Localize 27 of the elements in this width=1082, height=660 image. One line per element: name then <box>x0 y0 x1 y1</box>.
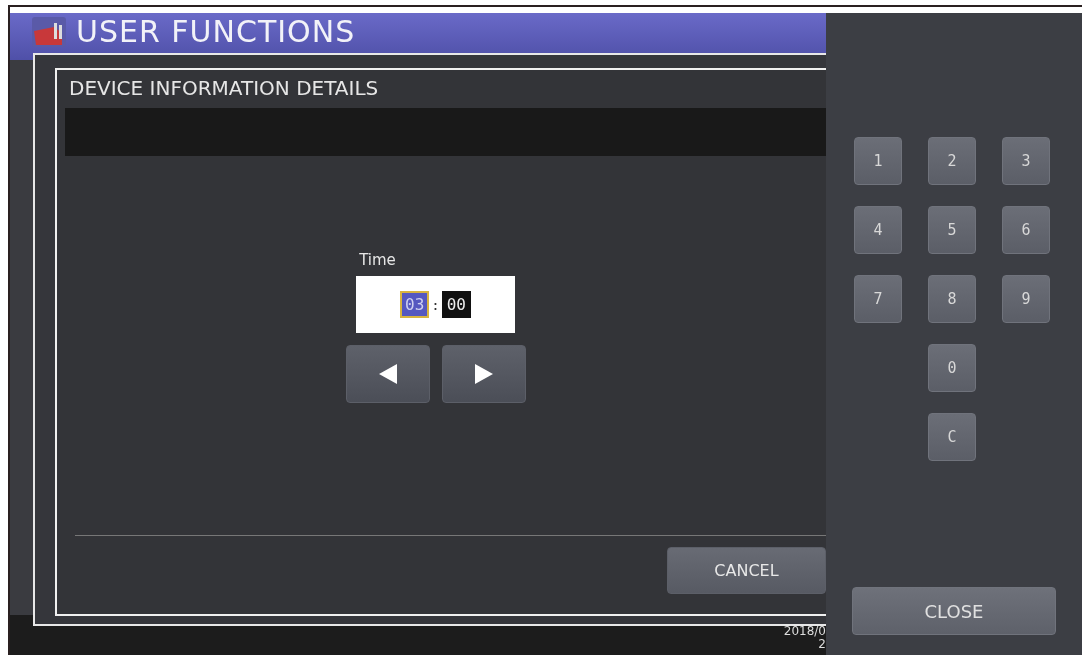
app-title: USER FUNCTIONS <box>76 15 356 49</box>
time-segment[interactable]: 03 <box>400 291 430 318</box>
keypad-key[interactable]: C <box>928 413 976 461</box>
keypad-key[interactable]: 2 <box>928 137 976 185</box>
keypad-key[interactable]: 6 <box>1002 206 1050 254</box>
close-button[interactable]: CLOSE <box>852 587 1056 635</box>
right-triangle-icon <box>474 364 493 384</box>
keypad-key[interactable]: 0 <box>928 344 976 392</box>
cancel-button[interactable]: CANCEL <box>667 546 826 594</box>
keypad-key[interactable]: 7 <box>854 275 902 323</box>
toolbox-icon <box>32 17 66 47</box>
time-field[interactable]: 03 : 00 <box>356 276 515 333</box>
keypad-key[interactable]: 1 <box>854 137 902 185</box>
keypad-key[interactable]: 5 <box>928 206 976 254</box>
keypad-key[interactable]: 4 <box>854 206 902 254</box>
time-segment[interactable]: 00 <box>441 291 471 318</box>
status-text: 2018/0 <box>783 625 826 638</box>
status-text: 2 <box>818 638 826 651</box>
keypad-key[interactable]: 9 <box>1002 275 1050 323</box>
keypad-key[interactable]: 8 <box>928 275 976 323</box>
keypad-key[interactable]: 3 <box>1002 137 1050 185</box>
right-arrow-button[interactable] <box>441 345 526 403</box>
left-triangle-icon <box>378 364 397 384</box>
time-separator: : <box>431 296 440 313</box>
left-arrow-button[interactable] <box>345 345 430 403</box>
dialog-title: DEVICE INFORMATION DETAILS <box>68 75 380 102</box>
field-label: Time <box>359 251 396 269</box>
